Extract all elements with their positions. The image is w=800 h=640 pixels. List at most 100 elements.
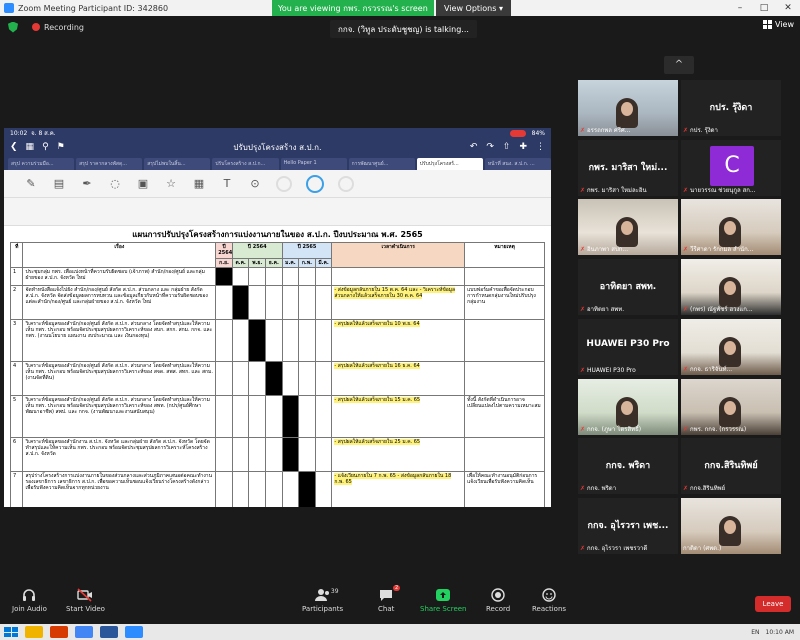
text-tool-icon[interactable]: T [220, 177, 234, 190]
window-controls: – □ ✕ [728, 0, 800, 16]
participant-tile[interactable]: C ✗ นายวรรณ ช่วยนุกูล สก... [681, 140, 781, 196]
participant-tile[interactable]: กกจ.สิรินทิพย์ ✗ กกจ.สิรินทิพย์ [681, 438, 781, 494]
participant-video-figure [719, 337, 741, 367]
highlighter-tool-icon[interactable]: ✒ [80, 177, 94, 190]
mic-muted-icon: ✗ [683, 484, 689, 492]
grid-icon[interactable]: ▦ [26, 142, 35, 152]
maximize-button[interactable]: □ [752, 0, 776, 16]
month-cell [231, 394, 250, 438]
participant-name-text: กกจ. (ภูษา โตรสิทธิ์) [587, 426, 642, 433]
file-explorer-icon[interactable] [25, 626, 43, 638]
month-cell [281, 266, 300, 286]
export-icon[interactable]: ⇧ [503, 142, 511, 152]
reactions-label: Reactions [532, 605, 567, 613]
collapse-gallery-button[interactable]: ^ [664, 56, 694, 74]
doc-tab-active[interactable]: ปรับปรุงโครงสร้... [416, 158, 483, 170]
sticker-tool-icon[interactable]: ☆ [164, 177, 178, 190]
shared-screen[interactable]: 10:02 จ. 8 ส.ค. 84% ❮ ▦ ⚲ ⚑ ปรับปรุงโครง… [4, 128, 551, 507]
word-icon[interactable] [100, 626, 118, 638]
record-button[interactable]: Record [486, 588, 510, 613]
plan-table-body: 1 ประชุมกลุ่ม กพร. เพื่อแบ่งหน้าที่ความรั… [9, 266, 545, 507]
participant-tile[interactable]: ✗ วีรีศาดา รักกมล สำนัก... [681, 199, 781, 255]
participant-name-text: กกจ.สิรินทิพย์ [690, 485, 726, 492]
join-audio-button[interactable]: Join Audio [12, 588, 47, 613]
row-no: 7 [9, 470, 24, 507]
doc-tab[interactable]: หน้าที่ สนง. ส.ป.ก. ... [484, 158, 551, 170]
avatar: C [710, 146, 754, 186]
notes-app-bar: ❮ ▦ ⚲ ⚑ ปรับปรุงโครงสร้าง ส.ป.ก. ↶ ↷ ⇧ ✚… [4, 138, 551, 156]
row-remark: เพื่อให้คณะทำงานอนุมัติก่อนการแจ้งเวียนเ… [464, 470, 545, 507]
view-options-button[interactable]: View Options ▾ [436, 0, 511, 16]
color-swatch-white[interactable] [276, 175, 292, 192]
mic-muted-icon: ✗ [683, 186, 689, 194]
month-cell [231, 360, 250, 396]
shield-icon[interactable] [8, 21, 18, 33]
pen-tool-icon[interactable]: ✎ [24, 177, 38, 190]
chrome-icon[interactable] [75, 626, 93, 638]
doc-tab[interactable]: Hello Paper 1 [280, 158, 347, 170]
page-thumbnail[interactable] [4, 198, 551, 226]
participant-tile[interactable]: ✗ กกจ. ธาริจันท์... [681, 319, 781, 375]
minimize-button[interactable]: – [728, 0, 752, 16]
window-titlebar: Zoom Meeting Participant ID: 342860 You … [0, 0, 800, 16]
participant-tile[interactable]: ✗ (กพร) ณัฐพัชร์ ฮวงแก... [681, 259, 781, 315]
back-icon[interactable]: ❮ [10, 142, 18, 152]
month-header: พ.ย. [248, 257, 266, 268]
redo-icon[interactable]: ↷ [486, 142, 494, 152]
active-speaker-indicator: กกจ. (วิทูล ประดับชูชญ) is talking... [330, 20, 477, 38]
zoom-taskbar-icon[interactable] [125, 626, 143, 638]
participants-button[interactable]: 39 Participants [302, 588, 343, 613]
app-icon[interactable] [50, 626, 68, 638]
doc-tab[interactable]: สรุป ความร่วมมือ... [8, 158, 75, 170]
windows-start-icon[interactable] [4, 627, 18, 637]
doc-tab[interactable]: สรุป ราคากลางพัสดุ... [76, 158, 143, 170]
eraser-tool-icon[interactable]: ▤ [52, 177, 66, 190]
participant-tile[interactable]: ✗ อินภาพา สปก... [578, 199, 678, 255]
color-swatch-light[interactable] [338, 175, 354, 192]
month-cell [215, 360, 233, 396]
participant-tile[interactable]: ✗ กพร. กกจ. (กรวรรณ) [681, 379, 781, 435]
participant-tile[interactable]: ✗ อรรถกพล ศรีศ... [578, 80, 678, 136]
doc-tab[interactable]: สรุปไม่พบในสิ้น... [144, 158, 211, 170]
share-screen-button[interactable]: Share Screen [420, 588, 467, 613]
search-icon[interactable]: ⚲ [42, 142, 49, 152]
month-cell [248, 318, 266, 362]
doc-tab[interactable]: ปรับโครงสร้าง ส.ป.ก... [212, 158, 279, 170]
more-icon[interactable]: ⋮ [536, 142, 545, 152]
col-header-year: ปี 2565 [281, 242, 333, 259]
add-page-icon[interactable]: ✚ [519, 142, 527, 152]
participant-tile[interactable]: กพร. มาริสา ใหม่... ✗ กพร. มาริสา ใหม่ละอิ… [578, 140, 678, 196]
month-cell [231, 470, 250, 507]
language-indicator[interactable]: EN [751, 629, 759, 636]
view-button[interactable]: View [763, 20, 794, 29]
start-video-button[interactable]: Start Video [66, 588, 105, 613]
tablet-time: 10:02 [10, 129, 28, 137]
color-swatch-selected[interactable] [306, 174, 324, 193]
reactions-button[interactable]: Reactions [532, 588, 566, 613]
laser-tool-icon[interactable]: ⊙ [248, 177, 262, 190]
participant-tile[interactable]: กาติดา (ศพด.) [681, 498, 781, 554]
participant-tile[interactable]: กกจ. อุไรวรา เพช... ✗ กกจ. อุไรวรา เพชรวาด… [578, 498, 678, 554]
mic-muted-icon: ✗ [580, 367, 586, 374]
lasso-tool-icon[interactable]: ◌ [108, 177, 122, 190]
bookmark-icon[interactable]: ⚑ [57, 142, 65, 152]
participant-tile[interactable]: อาทิตยา สพท. ✗ อาทิตยา สพท. [578, 259, 678, 315]
month-header: ก.ย. [215, 257, 233, 268]
participant-tile[interactable]: HUAWEI P30 Pro ✗ HUAWEI P30 Pro [578, 319, 678, 375]
leave-button[interactable]: Leave [755, 596, 791, 612]
chat-button[interactable]: 2 Chat [378, 585, 401, 613]
row-subject: วิเคราะห์ข้อมูลของสำนักงาน ส.ป.ก. จังหวั… [22, 436, 217, 472]
participant-tile[interactable]: กปร. รุ้งิดา ✗ กปร. รุ้งิดา [681, 80, 781, 136]
close-button[interactable]: ✕ [776, 0, 800, 16]
image-tool-icon[interactable]: ▦ [192, 177, 206, 190]
participant-tile[interactable]: ✗ กกจ. (ภูษา โตรสิทธิ์) [578, 379, 678, 435]
participant-tile[interactable]: กกจ. พริดา ✗ กกจ. พริดา [578, 438, 678, 494]
participant-name-text: HUAWEI P30 Pro [587, 367, 636, 374]
doc-tab[interactable]: การพัฒนาศูนย์... [348, 158, 415, 170]
record-icon [490, 588, 506, 602]
participant-name: กาติดา (ศพด.) [683, 543, 721, 553]
clock[interactable]: 10:10 AM [766, 629, 794, 636]
undo-icon[interactable]: ↶ [470, 142, 478, 152]
participant-name-text: อรรถกพล ศรีศ... [587, 127, 631, 134]
shape-tool-icon[interactable]: ▣ [136, 177, 150, 190]
